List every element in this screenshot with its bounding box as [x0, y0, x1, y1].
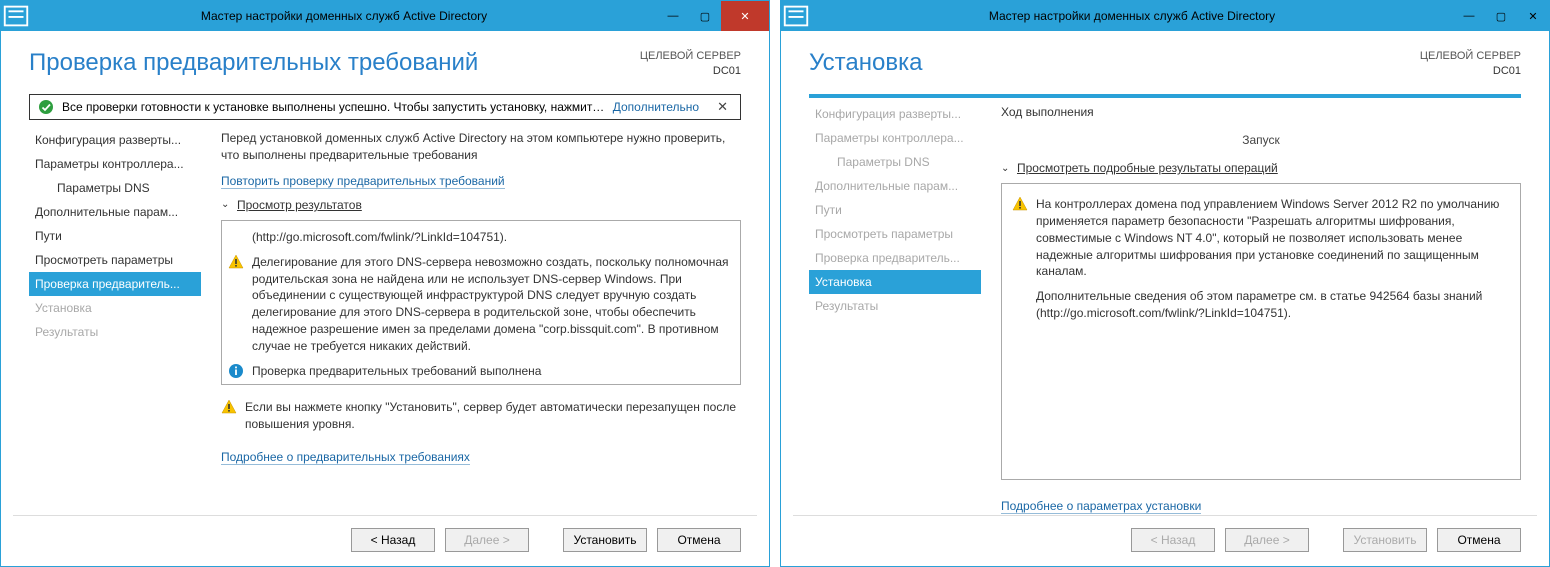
next-button: Далее > [445, 528, 529, 552]
close-button[interactable]: ✕ [1517, 1, 1549, 31]
ok-icon [38, 99, 54, 115]
nav-deployment-config: Конфигурация разверты... [809, 102, 981, 126]
install-warning: Если вы нажмете кнопку "Установить", сер… [221, 393, 741, 433]
chevron-up-icon: ⌄ [1001, 163, 1013, 174]
banner-more-link[interactable]: Дополнительно [613, 100, 705, 114]
nav-paths: Пути [809, 198, 981, 222]
page-title: Установка [809, 49, 922, 77]
cancel-button[interactable]: Отмена [1437, 528, 1521, 552]
warn-icon [228, 254, 244, 270]
close-button[interactable]: ✕ [721, 1, 769, 31]
minimize-button[interactable]: — [1453, 1, 1485, 31]
wizard-footer: < Назад Далее > Установить Отмена [13, 515, 757, 566]
page-title: Проверка предварительных требований [29, 49, 478, 77]
target-server: ЦЕЛЕВОЙ СЕРВЕР DC01 [640, 49, 741, 80]
app-icon [1, 1, 31, 31]
results-section-header[interactable]: ⌄ Просмотр результатов [221, 198, 741, 212]
result-line-url: (http://go.microsoft.com/fwlink/?LinkId=… [252, 229, 507, 246]
back-button: < Назад [1131, 528, 1215, 552]
nav-dns-options[interactable]: Параметры DNS [29, 176, 201, 200]
nav-results: Результаты [29, 320, 201, 344]
minimize-button[interactable]: — [657, 1, 689, 31]
nav-additional-options: Дополнительные парам... [809, 174, 981, 198]
nav-installation[interactable]: Установка [809, 270, 981, 294]
install-msg-kb: Дополнительные сведения об этом параметр… [1036, 288, 1510, 322]
wizard-footer: < Назад Далее > Установить Отмена [793, 515, 1537, 566]
nav-prereq-check[interactable]: Проверка предваритель... [29, 272, 201, 296]
learn-more-link[interactable]: Подробнее о предварительных требованиях [221, 450, 470, 465]
nav-deployment-config[interactable]: Конфигурация разверты... [29, 128, 201, 152]
install-button[interactable]: Установить [563, 528, 647, 552]
learn-more-link[interactable]: Подробнее о параметрах установки [1001, 499, 1201, 514]
back-button[interactable]: < Назад [351, 528, 435, 552]
result-line-dns-delegation: Делегирование для этого DNS-сервера нево… [252, 254, 734, 355]
status-banner: Все проверки готовности к установке выпо… [29, 94, 741, 120]
install-button: Установить [1343, 528, 1427, 552]
wizard-window-prereq: Мастер настройки доменных служб Active D… [0, 0, 770, 567]
retry-prereq-link[interactable]: Повторить проверку предварительных требо… [221, 174, 505, 189]
intro-text: Перед установкой доменных служб Active D… [221, 130, 741, 165]
results-section-header[interactable]: ⌄ Просмотреть подробные результаты опера… [1001, 161, 1521, 175]
nav-review-options: Просмотреть параметры [809, 222, 981, 246]
nav-additional-options[interactable]: Дополнительные парам... [29, 200, 201, 224]
result-line-prereq-done: Проверка предварительных требований выпо… [252, 363, 541, 380]
install-msg-nt4: На контроллерах домена под управлением W… [1036, 196, 1510, 280]
maximize-button[interactable]: ▢ [689, 1, 721, 31]
banner-text: Все проверки готовности к установке выпо… [62, 100, 605, 114]
nav-installation: Установка [29, 296, 201, 320]
wizard-window-install: Мастер настройки доменных служб Active D… [780, 0, 1550, 567]
app-icon [781, 1, 811, 31]
progress-label: Ход выполнения [1001, 104, 1521, 121]
next-button: Далее > [1225, 528, 1309, 552]
maximize-button[interactable]: ▢ [1485, 1, 1517, 31]
cancel-button[interactable]: Отмена [657, 528, 741, 552]
results-box[interactable]: На контроллерах домена под управлением W… [1001, 183, 1521, 479]
titlebar[interactable]: Мастер настройки доменных служб Active D… [781, 1, 1549, 31]
progress-status: Запуск [1242, 133, 1280, 147]
window-title: Мастер настройки доменных служб Active D… [811, 9, 1453, 23]
titlebar[interactable]: Мастер настройки доменных служб Active D… [1, 1, 769, 31]
banner-close-icon[interactable]: ✕ [713, 99, 732, 115]
progress-bar [809, 94, 1521, 98]
wizard-nav: Конфигурация разверты... Параметры контр… [809, 102, 981, 515]
chevron-up-icon: ⌄ [221, 199, 233, 210]
warn-icon [221, 399, 237, 415]
nav-results: Результаты [809, 294, 981, 318]
nav-review-options[interactable]: Просмотреть параметры [29, 248, 201, 272]
nav-dns-options: Параметры DNS [809, 150, 981, 174]
info-icon [228, 363, 244, 379]
nav-dc-options[interactable]: Параметры контроллера... [29, 152, 201, 176]
nav-dc-options: Параметры контроллера... [809, 126, 981, 150]
results-box[interactable]: (http://go.microsoft.com/fwlink/?LinkId=… [221, 220, 741, 385]
nav-paths[interactable]: Пути [29, 224, 201, 248]
nav-prereq-check: Проверка предваритель... [809, 246, 981, 270]
warn-icon [1012, 196, 1028, 212]
wizard-nav: Конфигурация разверты... Параметры контр… [29, 128, 201, 515]
window-title: Мастер настройки доменных служб Active D… [31, 9, 657, 23]
target-server: ЦЕЛЕВОЙ СЕРВЕР DC01 [1420, 49, 1521, 80]
